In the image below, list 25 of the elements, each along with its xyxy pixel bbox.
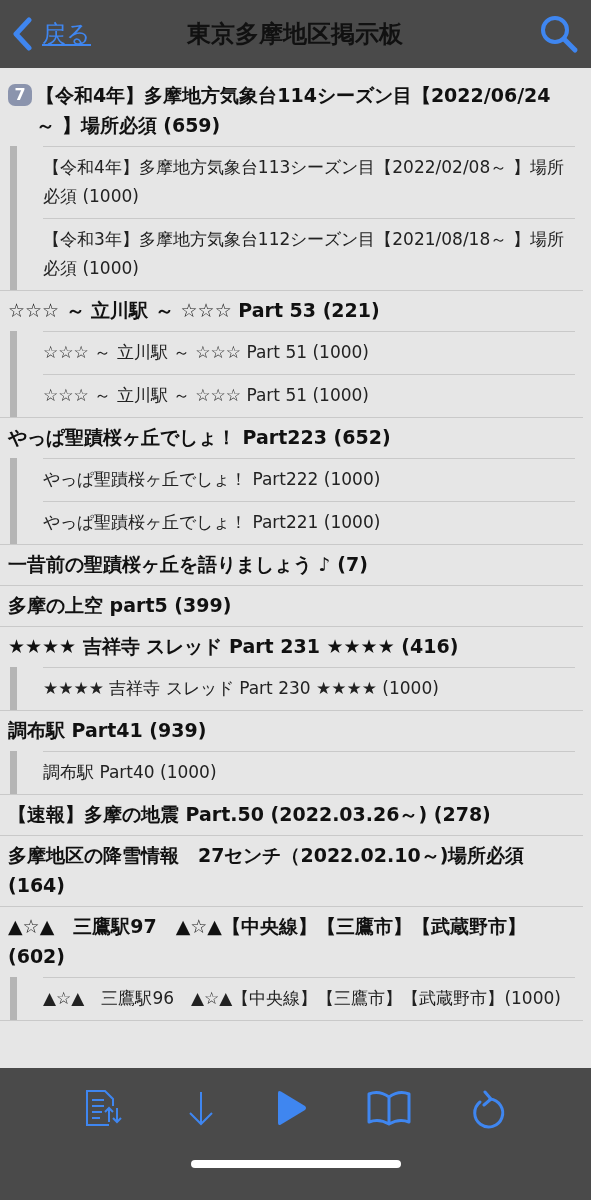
search-icon[interactable] — [539, 14, 579, 54]
past-thread-title[interactable]: ▲☆▲ 三鷹駅96 ▲☆▲【中央線】【三鷹市】【武蔵野市】(1000) — [43, 977, 575, 1020]
back-chevron-icon — [12, 17, 32, 51]
thread-title[interactable]: ★★★★ 吉祥寺 スレッド Part 231 ★★★★ (416) — [0, 627, 583, 667]
past-thread-title[interactable]: 調布駅 Part40 (1000) — [43, 751, 575, 794]
thread-title[interactable]: ☆☆☆ ～ 立川駅 ～ ☆☆☆ Part 53 (221) — [0, 291, 583, 331]
thread-title[interactable]: 【令和4年】多摩地方気象台114シーズン目【2022/06/24～ 】場所必須 (659) — [36, 80, 553, 140]
past-thread-title[interactable]: やっぱ聖蹟桜ヶ丘でしょ！ Part222 (1000) — [43, 458, 575, 502]
unread-count-badge: 7 — [8, 84, 32, 106]
play-icon[interactable] — [275, 1090, 308, 1126]
thread-title[interactable]: 一昔前の聖蹟桜ヶ丘を語りましょう ♪ (7) — [0, 545, 583, 586]
past-thread-title[interactable]: 【令和4年】多摩地方気象台113シーズン目【2022/02/08～ 】場所必須 (1000) — [43, 146, 575, 219]
past-thread-title[interactable]: ★★★★ 吉祥寺 スレッド Part 230 ★★★★ (1000) — [43, 667, 575, 710]
past-thread-title[interactable]: ☆☆☆ ～ 立川駅 ～ ☆☆☆ Part 51 (1000) — [43, 331, 575, 375]
thread-title[interactable]: やっぱ聖蹟桜ヶ丘でしょ！ Part223 (652) — [0, 418, 583, 458]
past-thread-title[interactable]: 【令和3年】多摩地方気象台112シーズン目【2021/08/18～ 】場所必須 (1000) — [43, 219, 575, 290]
page-title: 東京多摩地区掲示板 — [186, 19, 404, 50]
thread-title[interactable]: 調布駅 Part41 (939) — [0, 711, 583, 751]
thread-title[interactable]: 多摩地区の降雪情報 27センチ（2022.02.10～)場所必須 (164) — [0, 836, 583, 907]
past-thread-title[interactable]: やっぱ聖蹟桜ヶ丘でしょ！ Part221 (1000) — [43, 502, 575, 544]
thread-title[interactable]: 【速報】多摩の地震 Part.50 (2022.03.26～) (278) — [0, 795, 583, 836]
thread-title[interactable]: ▲☆▲ 三鷹駅97 ▲☆▲【中央線】【三鷹市】【武蔵野市】(602) — [0, 907, 583, 977]
past-thread-title[interactable]: ☆☆☆ ～ 立川駅 ～ ☆☆☆ Part 51 (1000) — [43, 375, 575, 417]
book-icon[interactable] — [366, 1090, 411, 1126]
thread-title[interactable]: 多摩の上空 part5 (399) — [0, 586, 583, 627]
